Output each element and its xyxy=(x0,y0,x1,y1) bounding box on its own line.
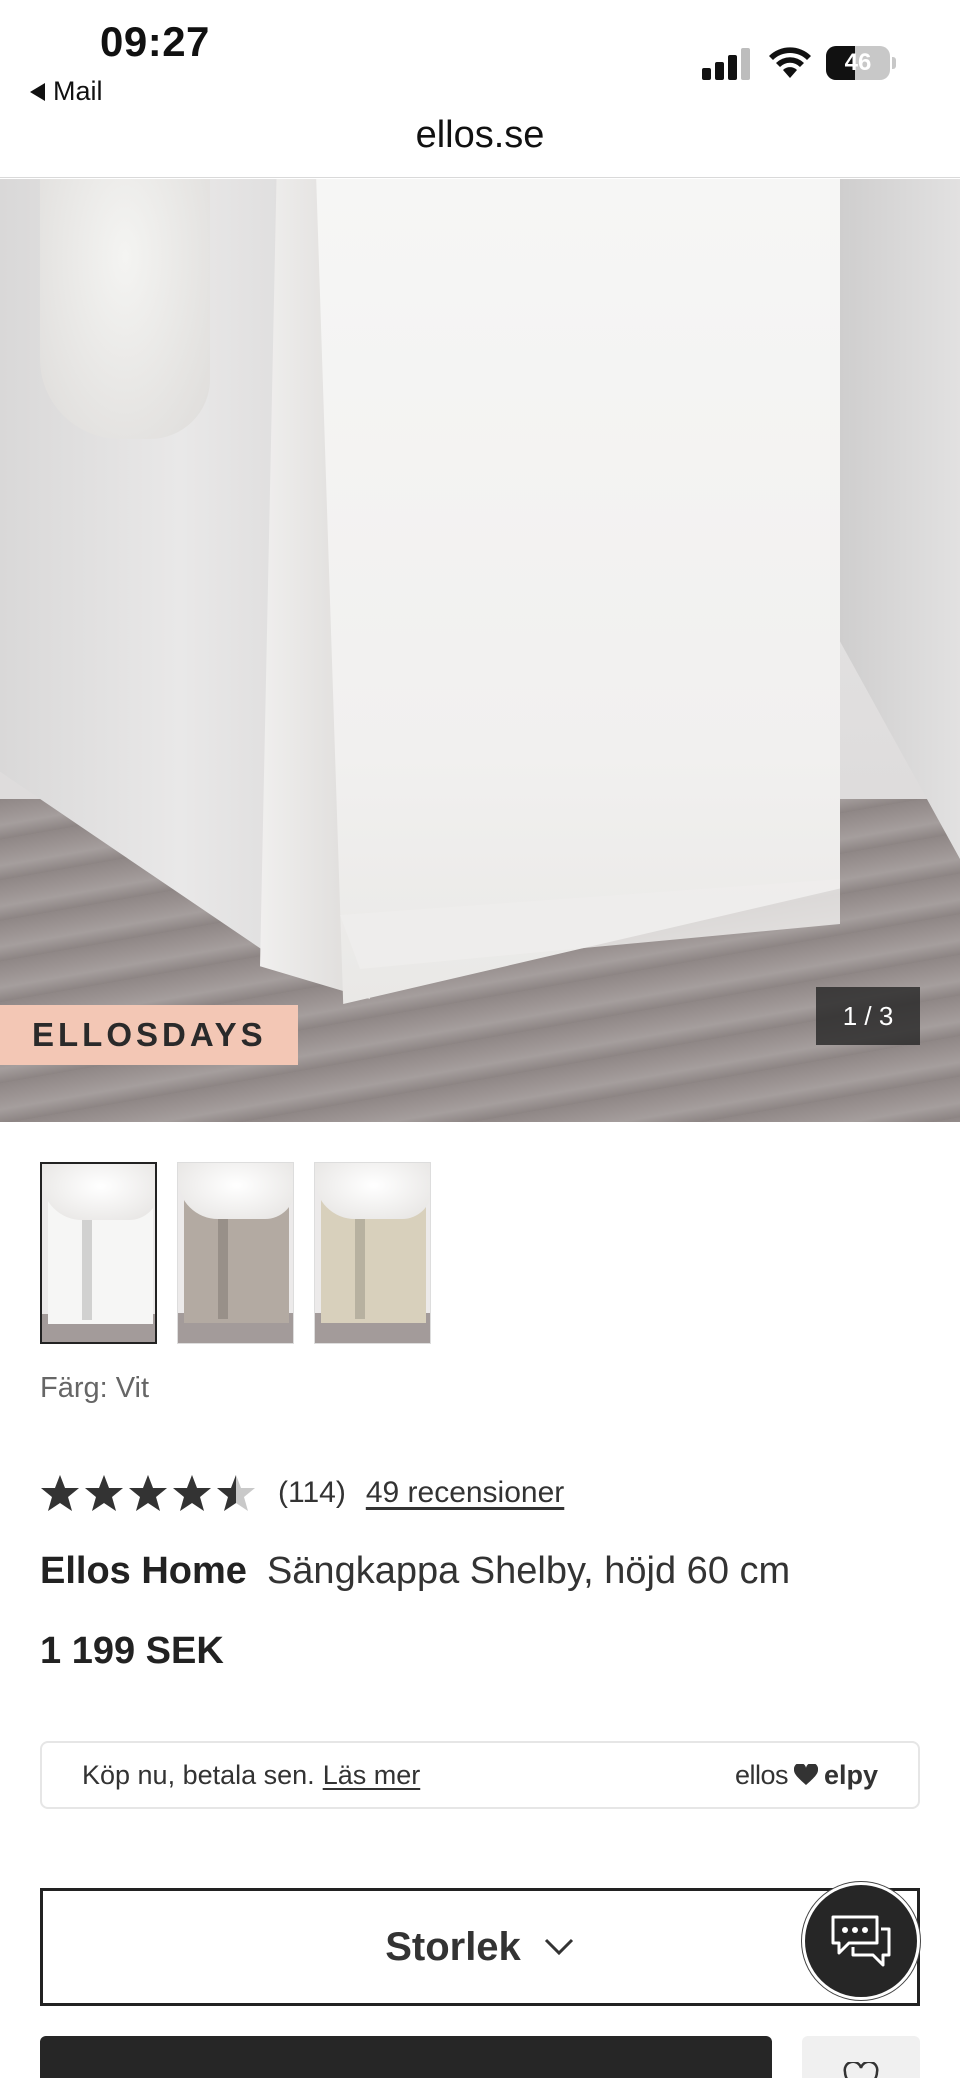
pay-later-text: Köp nu, betala sen. xyxy=(82,1759,315,1790)
chat-bubble-icon xyxy=(831,1915,891,1967)
rating-row: (114) 49 recensioner xyxy=(40,1470,564,1516)
reviews-link[interactable]: 49 recensioner xyxy=(366,1476,564,1510)
battery-level: 46 xyxy=(844,49,872,76)
pay-later-banner: Köp nu, betala sen. Läs mer ellos elpy xyxy=(40,1741,920,1809)
url-bar[interactable]: ellos.se xyxy=(0,110,960,178)
status-bar: 09:27 Mail 46 xyxy=(0,0,960,110)
product-price: 1 199 SEK xyxy=(40,1630,224,1672)
rating-count: (114) xyxy=(278,1476,346,1509)
payment-brand-logo: ellos elpy xyxy=(735,1760,878,1791)
back-to-mail-button[interactable]: Mail xyxy=(30,76,103,107)
color-thumbnail-2[interactable] xyxy=(177,1162,294,1344)
favorite-heart-icon xyxy=(843,2062,879,2078)
url-text: ellos.se xyxy=(415,114,545,156)
duvet-corner xyxy=(40,179,210,439)
product-image-carousel[interactable]: ELLOSDAYS 1 / 3 xyxy=(0,179,960,1122)
wifi-icon xyxy=(769,47,811,78)
product-title: Ellos Home Sängkappa Shelby, höjd 60 cm xyxy=(40,1550,790,1593)
star-icon xyxy=(85,1475,123,1511)
cellular-signal-icon xyxy=(702,46,750,80)
star-icon xyxy=(41,1475,79,1511)
size-selector[interactable]: Storlek xyxy=(40,1888,920,2006)
back-label: Mail xyxy=(53,76,103,106)
product-name: Sängkappa Shelby, höjd 60 cm xyxy=(266,1550,791,1592)
size-selector-label: Storlek xyxy=(385,1924,521,1969)
status-time: 09:27 xyxy=(100,18,210,65)
read-more-link[interactable]: Läs mer xyxy=(323,1760,421,1791)
color-thumbnail-3[interactable] xyxy=(314,1162,431,1344)
heart-icon xyxy=(793,1764,818,1785)
star-icon xyxy=(173,1475,211,1511)
rating-stars xyxy=(40,1473,256,1513)
bed-skirt-image xyxy=(316,179,840,1004)
color-label: Färg: Vit xyxy=(40,1372,150,1404)
color-thumbnail-1[interactable] xyxy=(40,1162,157,1344)
back-triangle-icon xyxy=(30,82,45,101)
campaign-badge: ELLOSDAYS xyxy=(0,1005,298,1065)
battery-icon: 46 xyxy=(826,46,896,80)
brand-right: elpy xyxy=(823,1759,878,1790)
brand-left: ellos xyxy=(734,1759,789,1790)
chat-button[interactable] xyxy=(802,1882,920,2000)
favorite-button[interactable] xyxy=(802,2036,920,2078)
star-icon xyxy=(217,1475,255,1511)
image-counter: 1 / 3 xyxy=(816,987,920,1045)
product-brand: Ellos Home xyxy=(40,1550,247,1592)
add-to-cart-button[interactable] xyxy=(40,2036,772,2078)
star-icon xyxy=(129,1475,167,1511)
chevron-down-icon xyxy=(544,1938,573,1956)
color-thumbnails xyxy=(40,1162,431,1344)
